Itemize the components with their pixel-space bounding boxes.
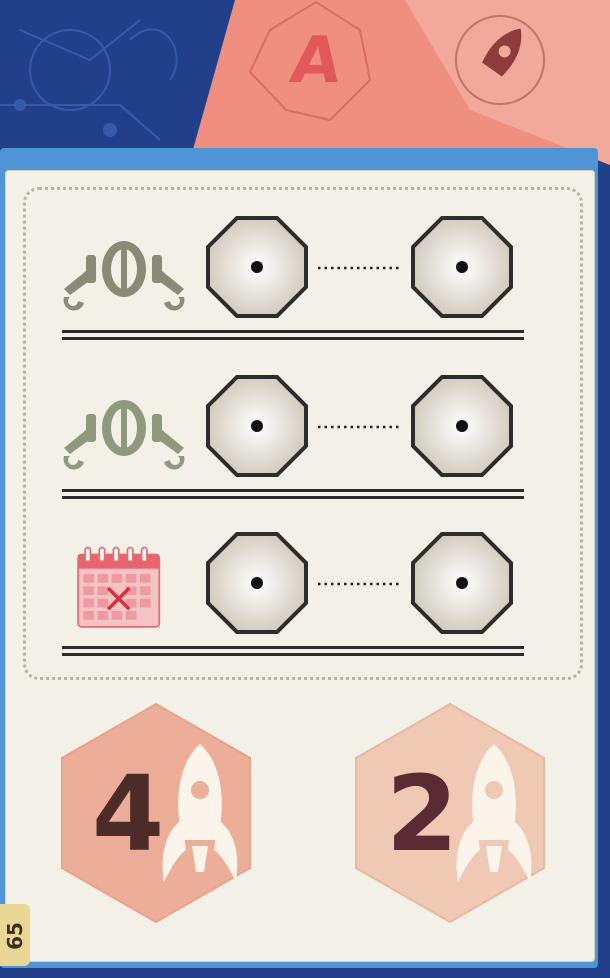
token-slot — [411, 375, 513, 477]
requirement-row-2 — [0, 366, 610, 516]
card-letter: A — [286, 24, 346, 98]
row-divider — [62, 330, 524, 340]
requirement-row-3 — [0, 523, 610, 673]
rocket-icon — [162, 744, 238, 882]
dotted-connector — [318, 425, 402, 429]
reward-hex-1: 4 — [60, 702, 252, 924]
row-divider — [62, 646, 524, 656]
rocket-emblem-icon — [455, 15, 545, 105]
token-slot — [411, 532, 513, 634]
robot-arm-icon — [63, 241, 185, 311]
page-number: 65 — [3, 922, 27, 950]
dotted-connector — [318, 582, 402, 586]
token-slot — [206, 216, 308, 318]
token-slot — [206, 375, 308, 477]
requirement-row-1 — [0, 207, 610, 357]
calendar-cross-icon — [77, 546, 161, 628]
row-divider — [62, 489, 524, 499]
token-slot — [206, 532, 308, 634]
token-slot — [411, 216, 513, 318]
reward-hex-2: 2 — [354, 702, 546, 924]
dotted-connector — [318, 266, 402, 270]
rocket-icon — [456, 744, 532, 882]
robot-arm-icon — [63, 400, 185, 470]
page-number-tab: 65 — [0, 904, 30, 966]
